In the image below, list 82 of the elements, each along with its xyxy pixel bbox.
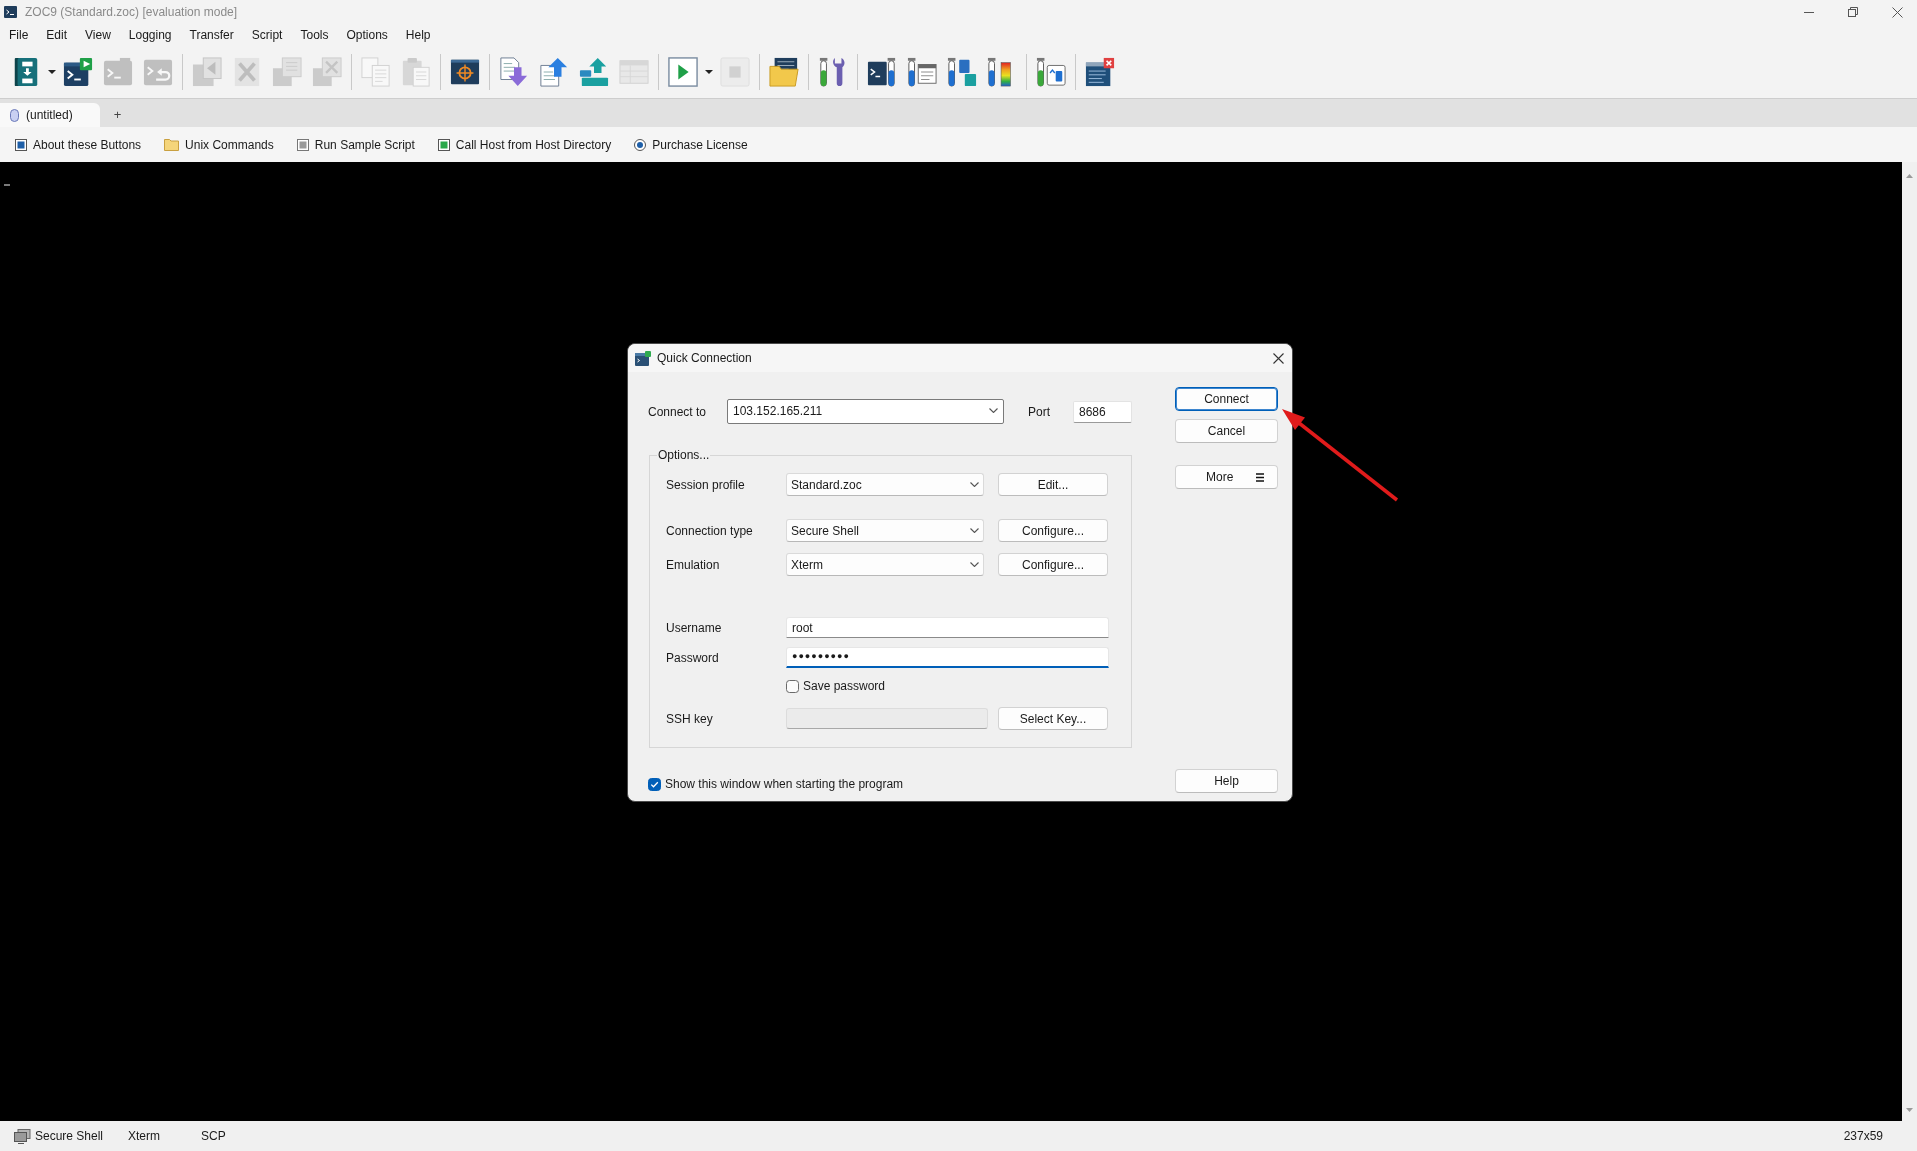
port-field[interactable]: 8686: [1073, 400, 1132, 423]
test-tube-panel-icon[interactable]: [1036, 57, 1066, 87]
menu-item[interactable]: Help: [396, 27, 440, 43]
field-label: Password: [666, 649, 720, 667]
checkbox[interactable]: [648, 777, 661, 791]
terminal-size-text: 237x59: [1843, 1128, 1883, 1145]
square-icon: [15, 138, 27, 151]
menu-item[interactable]: Script: [242, 27, 292, 43]
menu-item[interactable]: Transfer: [180, 27, 243, 43]
status-text: SCP: [201, 1128, 226, 1145]
checkbox[interactable]: [786, 679, 799, 693]
restore-icon[interactable]: [1848, 7, 1858, 17]
dialog-button[interactable]: Connect: [1175, 387, 1278, 411]
close-icon[interactable]: [1273, 352, 1284, 364]
shortcut-button[interactable]: Unix Commands: [164, 135, 274, 154]
minimize-icon[interactable]: [1804, 11, 1814, 13]
menu-item[interactable]: Options: [337, 27, 397, 43]
field-label: SSH key: [666, 710, 714, 728]
dialog-title: Quick Connection: [657, 350, 752, 367]
status-text: Secure Shell: [35, 1128, 104, 1145]
field-label: Username: [666, 619, 723, 637]
terminal-icon: [635, 350, 651, 366]
shortcut-button[interactable]: Run Sample Script: [296, 135, 415, 154]
field-label: Emulation: [666, 556, 721, 574]
menu-item[interactable]: File: [0, 27, 38, 43]
window-title: ZOC9 (Standard.zoc) [evaluation mode]: [25, 4, 238, 21]
status-text: Xterm: [128, 1128, 160, 1145]
square-icon: [296, 138, 309, 151]
chevron-down-icon: [989, 408, 998, 413]
monitors-icon: [14, 1128, 31, 1144]
folder-icon[interactable]: [769, 57, 799, 87]
dialog-button[interactable]: Configure...: [998, 519, 1108, 542]
dropdown[interactable]: Xterm: [786, 553, 984, 576]
caret-icon[interactable]: [705, 70, 713, 74]
field-label: Connection type: [666, 522, 754, 540]
dialog-button[interactable]: Edit...: [998, 473, 1108, 496]
chevron-down-icon: [970, 562, 979, 567]
square-icon: [437, 138, 450, 151]
close-icon[interactable]: [1892, 6, 1903, 18]
shortcut-button[interactable]: Call Host from Host Directory: [437, 135, 612, 154]
tab[interactable]: (untitled): [0, 103, 100, 127]
chevron-down-icon: [970, 528, 979, 533]
menu-item[interactable]: Tools: [291, 27, 338, 43]
host-dropdown[interactable]: 103.152.165.211: [727, 399, 1004, 424]
text-cursor: [4, 184, 10, 186]
crosshair-screen-icon[interactable]: [450, 57, 480, 87]
dropdown[interactable]: Standard.zoc: [786, 473, 984, 496]
dialog-button[interactable]: Help: [1175, 769, 1278, 793]
dialog-button[interactable]: Cancel: [1175, 419, 1278, 443]
folder-icon: [164, 138, 180, 151]
terminal-play-icon[interactable]: [63, 57, 93, 87]
radio-icon: [634, 138, 647, 151]
up-arrow-blocks-icon[interactable]: [579, 57, 609, 87]
document-up-arrow-icon[interactable]: [539, 57, 569, 87]
shortcut-button[interactable]: Purchase License: [634, 135, 748, 154]
checkbox-label[interactable]: Save password: [803, 677, 886, 695]
field-label: Connect to: [648, 403, 708, 421]
test-tube-blocks-icon[interactable]: [947, 57, 977, 87]
chevron-down-icon: [970, 482, 979, 487]
document-down-arrow-icon[interactable]: [499, 57, 529, 87]
field-label: Port: [1028, 403, 1051, 421]
group-label: Options...: [657, 448, 711, 463]
menu-item[interactable]: Edit: [37, 27, 77, 43]
field-label: Session profile: [666, 476, 746, 494]
text-field[interactable]: root: [786, 617, 1109, 638]
dialog-button[interactable]: More: [1175, 465, 1278, 489]
dialog-button[interactable]: Configure...: [998, 553, 1108, 576]
capsule-icon: [10, 108, 19, 122]
dropdown[interactable]: Secure Shell: [786, 519, 984, 542]
checkbox-label[interactable]: Show this window when starting the program: [665, 775, 904, 793]
terminal-icon: [4, 6, 17, 18]
caret-icon[interactable]: [48, 70, 56, 74]
test-tube-document-icon[interactable]: [907, 57, 937, 87]
new-tab-button[interactable]: +: [107, 103, 128, 127]
terminal-test-tube-icon[interactable]: [867, 57, 897, 87]
play-icon[interactable]: [668, 57, 698, 87]
menu-item[interactable]: View: [76, 27, 120, 43]
menu-icon: [1256, 472, 1264, 482]
menu-item[interactable]: Logging: [119, 27, 181, 43]
shortcut-button[interactable]: About these Buttons: [15, 135, 142, 154]
text-field[interactable]: ●●●●●●●●●: [786, 647, 1109, 668]
window-cross-icon[interactable]: [1085, 57, 1115, 87]
